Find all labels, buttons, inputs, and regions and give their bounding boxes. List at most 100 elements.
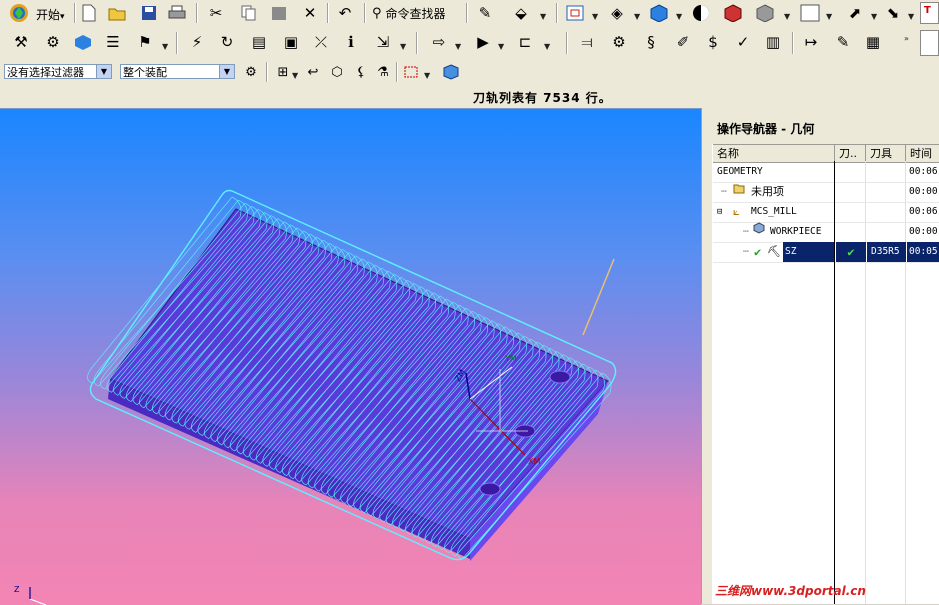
path-check-icon[interactable]: § bbox=[640, 32, 662, 52]
wcs-dropdown-icon[interactable]: ▼ bbox=[871, 12, 877, 21]
row-name: GEOMETRY bbox=[717, 166, 763, 177]
feeds-icon[interactable]: ⫤ bbox=[576, 32, 598, 52]
tree-row-mcs-mill[interactable]: ⊟ ⟀ MCS_MILL 00:06 bbox=[713, 202, 939, 223]
create-tool-icon[interactable]: ⚙ bbox=[42, 32, 64, 52]
divider bbox=[396, 62, 398, 82]
verify-icon[interactable]: ▣ bbox=[280, 32, 302, 52]
row-time: 00:06 bbox=[909, 166, 938, 177]
divider bbox=[74, 3, 76, 23]
tree-row-workpiece[interactable]: ⋯ WORKPIECE 00:00 bbox=[713, 222, 939, 243]
color-swatch-icon[interactable] bbox=[798, 3, 822, 23]
filter-settings-icon[interactable]: ⚙ bbox=[240, 62, 262, 82]
side-field-icon[interactable] bbox=[920, 30, 939, 56]
assembly-scope-select[interactable]: 整个装配 ▼ bbox=[120, 64, 235, 79]
snap-icon[interactable]: ⬙ bbox=[510, 3, 532, 23]
replay-icon[interactable]: ↻ bbox=[216, 32, 238, 52]
view-orient-icon[interactable]: ◈ bbox=[606, 3, 628, 23]
divider bbox=[556, 3, 558, 23]
create-program-icon[interactable]: ⚒ bbox=[10, 32, 32, 52]
type-filter-select[interactable]: 没有选择过滤器 ▼ bbox=[4, 64, 112, 79]
create-operation-icon[interactable]: ⚑ bbox=[134, 32, 156, 52]
wcs-icon[interactable]: ⬈ bbox=[844, 3, 866, 23]
tool-display-icon[interactable]: ⊏ bbox=[512, 32, 538, 52]
col-header-name[interactable]: 名称 bbox=[713, 145, 835, 162]
view-dropdown-icon[interactable]: ▼ bbox=[634, 12, 640, 21]
shop-doc-icon[interactable]: ✎ bbox=[832, 32, 854, 52]
feature-select-icon[interactable]: ⚸ bbox=[350, 62, 372, 82]
snap-dropdown-icon[interactable]: ▼ bbox=[540, 12, 546, 21]
row-name: SZ bbox=[783, 242, 835, 262]
path-play-icon[interactable]: ▶ bbox=[470, 32, 496, 52]
dollar-icon[interactable]: $ bbox=[702, 32, 724, 52]
section-icon[interactable] bbox=[722, 3, 744, 23]
body-select-icon[interactable]: ⚗ bbox=[372, 62, 394, 82]
tree-row-geometry[interactable]: GEOMETRY 00:06 bbox=[713, 162, 939, 183]
render-dropdown-icon[interactable]: ▼ bbox=[676, 12, 682, 21]
info-icon[interactable]: ℹ bbox=[340, 32, 362, 52]
cube-dropdown-icon[interactable]: ▼ bbox=[784, 12, 790, 21]
fit-view-icon[interactable] bbox=[564, 3, 586, 23]
copy-icon[interactable] bbox=[238, 3, 260, 23]
create-geometry-icon[interactable] bbox=[72, 32, 94, 52]
new-file-icon[interactable] bbox=[78, 3, 100, 23]
shaded-cube-icon[interactable] bbox=[648, 3, 670, 23]
generate-icon[interactable]: ⚡ bbox=[186, 32, 208, 52]
open-folder-icon[interactable] bbox=[106, 3, 128, 23]
post-dropdown-icon[interactable]: ▼ bbox=[400, 42, 406, 51]
blue-cube-icon[interactable] bbox=[440, 62, 462, 82]
stack-icon[interactable]: ▥ bbox=[762, 32, 784, 52]
select-arrow-icon[interactable]: ⇨ bbox=[426, 32, 452, 52]
transform-icon[interactable]: ↦ bbox=[800, 32, 822, 52]
swatch-dropdown-icon[interactable]: ▼ bbox=[826, 12, 832, 21]
tree-row-unused[interactable]: ⋯ 未用项 00:00 bbox=[713, 182, 939, 203]
snap-point-icon[interactable]: ⊞ bbox=[272, 62, 294, 82]
ym-axis-label: YM bbox=[505, 354, 517, 363]
rect-dropdown-icon[interactable]: ▼ bbox=[424, 71, 430, 80]
paste-icon[interactable] bbox=[268, 3, 290, 23]
gray-cube-icon[interactable] bbox=[754, 3, 776, 23]
fit-dropdown-icon[interactable]: ▼ bbox=[592, 12, 598, 21]
play-dropdown-icon[interactable]: ▼ bbox=[498, 42, 504, 51]
face-select-icon[interactable]: ⬡ bbox=[326, 62, 348, 82]
row-time: 00:00 bbox=[909, 226, 938, 237]
edit-object-icon[interactable]: ✎ bbox=[474, 3, 496, 23]
navigator-header: 操作导航器 - 几何 bbox=[712, 108, 939, 144]
delete-icon[interactable]: ✕ bbox=[299, 3, 321, 23]
row-time: 00:00 bbox=[909, 186, 938, 197]
postprocess-icon[interactable]: ⇲ bbox=[372, 32, 394, 52]
simulate-icon[interactable]: ⤫ bbox=[310, 32, 332, 52]
report-icon[interactable]: ▦ bbox=[862, 32, 884, 52]
render-style-icon[interactable] bbox=[690, 3, 712, 23]
speeds-icon[interactable]: ⚙ bbox=[608, 32, 630, 52]
col-header-tool[interactable]: 刀具 bbox=[866, 145, 906, 162]
orient-icon[interactable]: ⬊ bbox=[882, 3, 904, 23]
cut-icon[interactable]: ✂ bbox=[205, 3, 227, 23]
divider bbox=[327, 3, 329, 23]
save-icon[interactable] bbox=[138, 3, 160, 23]
undo-icon[interactable]: ↶ bbox=[334, 3, 356, 23]
print-icon[interactable] bbox=[166, 3, 188, 23]
start-logo-icon[interactable] bbox=[6, 3, 32, 23]
tree-row-sz[interactable]: ⋯ ✔ ⛏ SZ ✔ D35R5 00:05 bbox=[713, 242, 939, 263]
row-name: 未用项 bbox=[751, 185, 784, 198]
list-toolpath-icon[interactable]: ▤ bbox=[248, 32, 270, 52]
graphics-viewport[interactable]: ZM XM YM Z bbox=[0, 108, 701, 605]
select-dropdown-icon[interactable]: ▼ bbox=[455, 42, 461, 51]
tool-dropdown-icon[interactable]: ▼ bbox=[544, 42, 550, 51]
rect-select-icon[interactable] bbox=[400, 62, 422, 82]
collapse-toggle-icon[interactable]: ⊟ bbox=[717, 202, 722, 222]
edit-path-icon[interactable]: ✐ bbox=[672, 32, 694, 52]
col-header-time[interactable]: 时间 bbox=[906, 145, 939, 162]
command-finder-button[interactable]: ⚲ 命令查找器 bbox=[372, 3, 446, 23]
tree-connector: ⋯ bbox=[721, 186, 727, 197]
operation-dropdown-icon[interactable]: ▼ bbox=[162, 42, 168, 51]
create-method-icon[interactable]: ☰ bbox=[102, 32, 124, 52]
text-field-icon[interactable]: T bbox=[920, 2, 939, 24]
orient-dropdown-icon[interactable]: ▼ bbox=[908, 12, 914, 21]
snap-point-dropdown-icon[interactable]: ▼ bbox=[292, 71, 298, 80]
start-menu-button[interactable]: 开始▾ bbox=[36, 6, 65, 23]
approve-icon[interactable]: ✓ bbox=[732, 32, 754, 52]
arc-select-icon[interactable]: ↩ bbox=[302, 62, 324, 82]
col-header-path[interactable]: 刀.. bbox=[835, 145, 866, 162]
overflow-icon[interactable]: » bbox=[904, 34, 909, 43]
